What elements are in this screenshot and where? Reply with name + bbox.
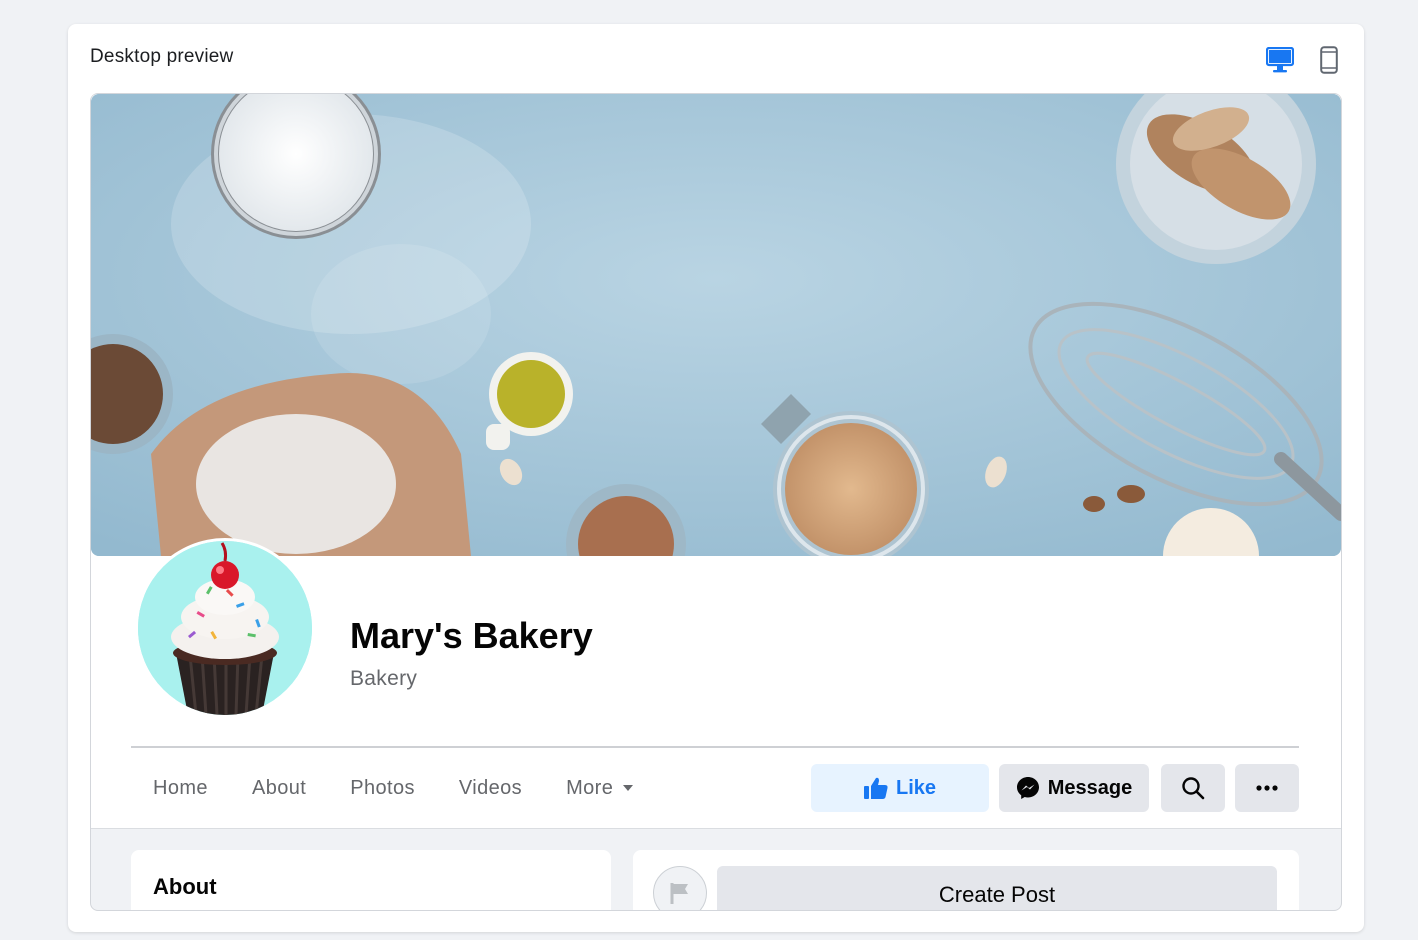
thumbs-up-icon [863, 777, 888, 799]
preview-title: Desktop preview [90, 46, 234, 67]
like-button[interactable]: Like [811, 764, 989, 812]
create-post-card: Create Post [633, 850, 1299, 910]
message-button[interactable]: Message [999, 764, 1149, 812]
tab-label: More [566, 776, 614, 799]
search-icon [1182, 777, 1205, 800]
tab-label: Photos [350, 776, 415, 799]
like-label: Like [895, 776, 937, 799]
ellipsis-icon [1256, 785, 1278, 791]
page-category: Bakery [350, 667, 418, 690]
message-label: Message [1047, 776, 1133, 799]
tab-label: Home [153, 776, 208, 799]
create-post-button[interactable]: Create Post [717, 866, 1277, 910]
flag-icon [670, 883, 688, 904]
cover-photo [91, 94, 1341, 556]
tab-more[interactable]: More [544, 764, 655, 812]
about-title: About [153, 874, 217, 899]
profile-picture[interactable] [135, 538, 315, 718]
caret-down-icon [623, 785, 634, 791]
mobile-view-toggle[interactable] [1313, 44, 1345, 76]
about-card: About [131, 850, 611, 910]
tab-about[interactable]: About [230, 764, 328, 812]
page-header: Mary's Bakery Bakery Home About Photos V… [91, 94, 1341, 829]
mobile-phone-icon [1320, 46, 1338, 74]
tab-home[interactable]: Home [131, 764, 230, 812]
desktop-preview-card: Desktop preview Mary's Bakery Bakery Hom… [68, 24, 1364, 932]
more-options-button[interactable] [1235, 764, 1299, 812]
search-button[interactable] [1161, 764, 1225, 812]
page-name: Mary's Bakery [350, 615, 593, 656]
page-avatar-small [653, 866, 707, 910]
header-divider [131, 746, 1299, 748]
tab-videos[interactable]: Videos [437, 764, 544, 812]
facebook-page-preview: Mary's Bakery Bakery Home About Photos V… [90, 93, 1342, 911]
tab-label: Videos [458, 776, 523, 799]
desktop-icon [1266, 47, 1294, 73]
desktop-view-toggle[interactable] [1264, 44, 1296, 76]
page-nav-tabs: Home About Photos Videos More [131, 764, 655, 812]
tab-label: About [251, 776, 307, 799]
tab-photos[interactable]: Photos [328, 764, 437, 812]
messenger-icon [1016, 776, 1040, 800]
